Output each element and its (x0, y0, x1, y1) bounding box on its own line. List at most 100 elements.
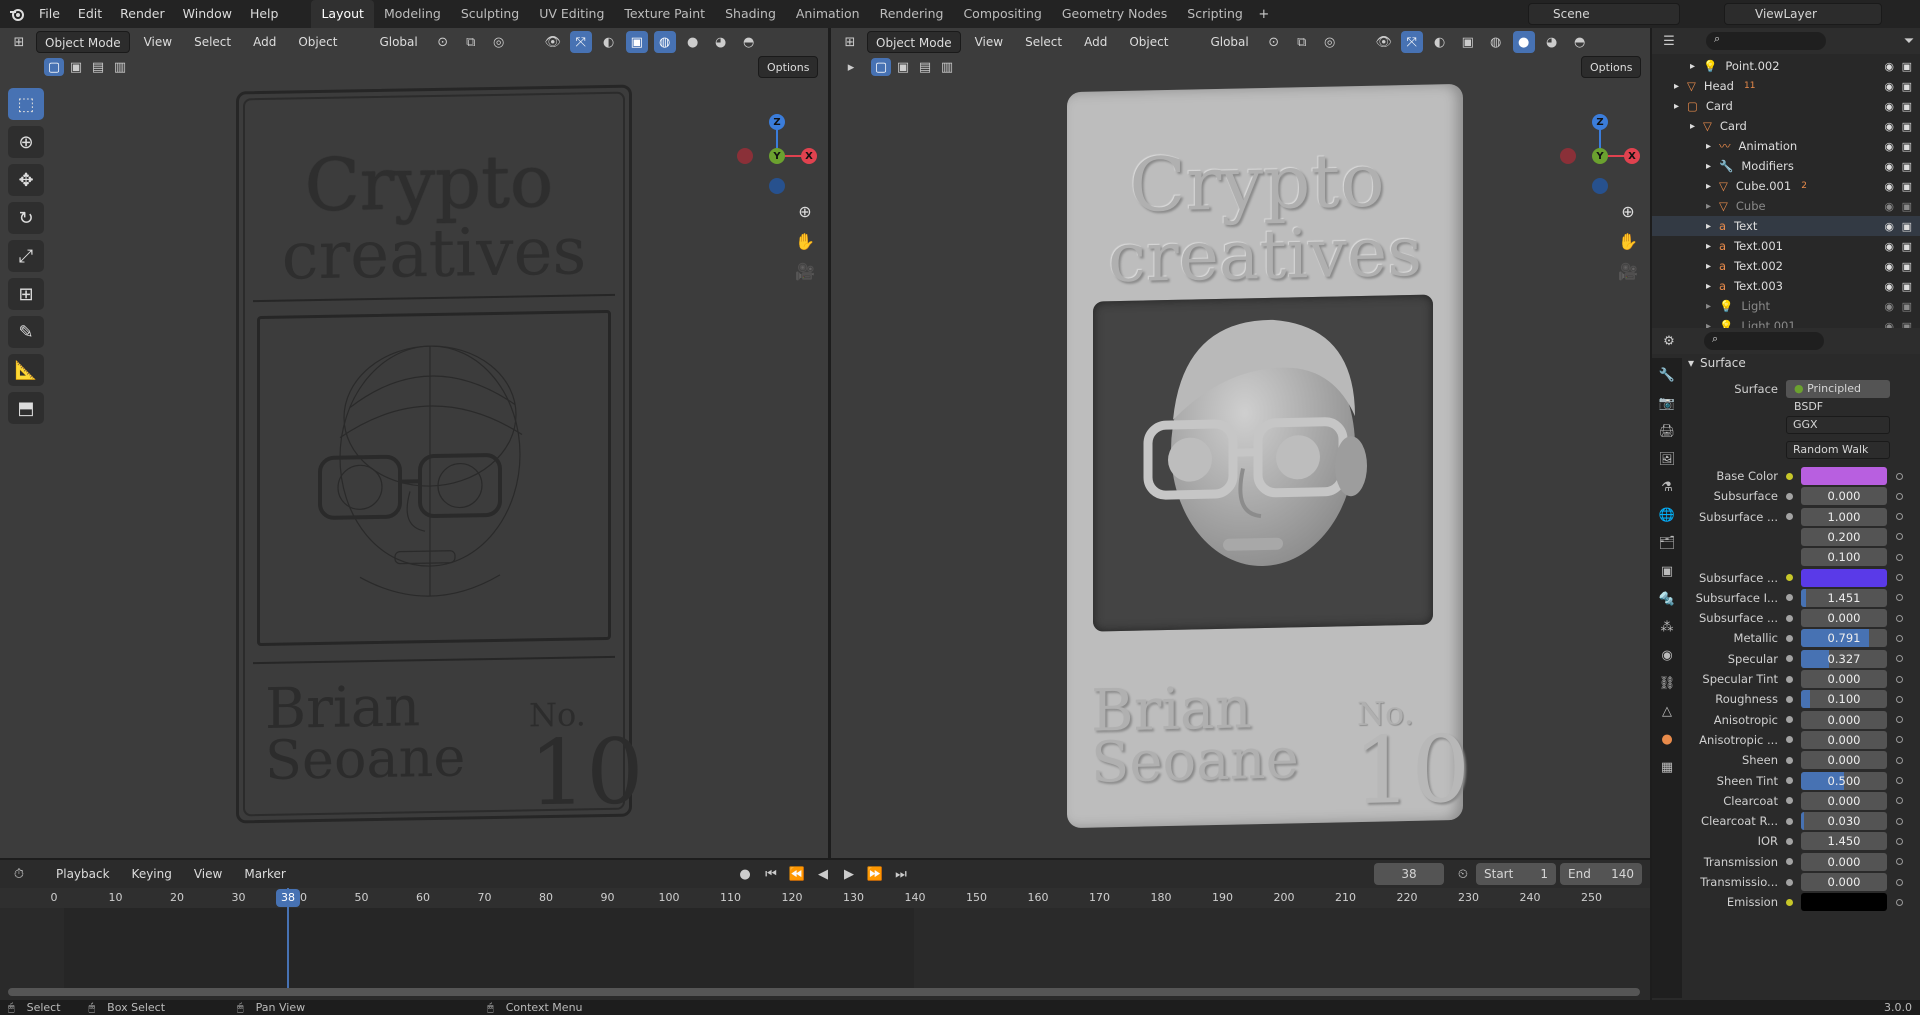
gizmo-y[interactable]: Y (1592, 148, 1608, 164)
move-icon[interactable]: ✥ (8, 164, 44, 196)
gizmo-x[interactable]: X (1624, 148, 1640, 164)
property-value-field[interactable]: 0.000 (1801, 670, 1887, 688)
chevron-right-icon[interactable]: ▸ (1706, 141, 1711, 152)
viewport-left[interactable]: ⊞ Object Mode View Select Add Object Glo… (0, 28, 828, 858)
socket-dot-icon[interactable] (1786, 797, 1793, 805)
tab-texture-paint[interactable]: Texture Paint (614, 0, 715, 28)
gizmo-icon[interactable]: ⤧ (569, 31, 592, 53)
orientation-dropdown[interactable]: Global (371, 31, 425, 53)
render-toggle-icon[interactable]: ▣ (1902, 260, 1912, 273)
menu-add[interactable]: Add (1076, 31, 1115, 53)
keyframe-dot-icon[interactable] (1896, 655, 1903, 663)
menu-playback[interactable]: Playback (48, 863, 118, 885)
eye-icon[interactable]: ◉ (1884, 200, 1894, 213)
chevron-right-icon[interactable]: ▸ (1706, 281, 1711, 292)
render-toggle-icon[interactable]: ▣ (1902, 160, 1912, 173)
camera-icon[interactable]: 🎥 (1613, 256, 1643, 286)
menu-object[interactable]: Object (290, 31, 345, 53)
options-button[interactable]: Options (1581, 56, 1642, 78)
frame-ruler[interactable]: 0 10 20 30 40 50 60 70 80 90 100 110 120 130 140 150 160… (0, 888, 1650, 908)
mode-dropdown[interactable]: Object Mode (36, 31, 130, 53)
socket-dot-icon[interactable] (1786, 716, 1793, 724)
overlay-icon[interactable]: ◐ (598, 31, 620, 53)
property-value-field[interactable]: 1.000 (1801, 507, 1887, 526)
keyframe-dot-icon[interactable] (1896, 797, 1903, 805)
proportional-icon[interactable]: ◎ (1319, 31, 1341, 53)
select-extend-icon[interactable]: ▣ (66, 58, 86, 76)
menu-object[interactable]: Object (1121, 31, 1176, 53)
property-value-field[interactable]: 0.000 (1801, 609, 1887, 628)
play-reverse-icon[interactable]: ◀ (812, 863, 834, 885)
physics-tab-icon[interactable]: ◉ (1656, 644, 1678, 666)
texture-tab-icon[interactable]: ▦ (1656, 756, 1678, 778)
socket-dot-icon[interactable] (1786, 492, 1793, 500)
record-icon[interactable]: ● (734, 863, 756, 885)
proportional-icon[interactable]: ◎ (488, 31, 510, 53)
editor-type-icon[interactable]: ⊞ (8, 31, 30, 53)
constraints-tab-icon[interactable]: ⛓ (1656, 672, 1678, 694)
socket-dot-icon[interactable] (1786, 513, 1793, 521)
render-toggle-icon[interactable]: ▣ (1902, 180, 1912, 193)
properties-editor[interactable]: ⚙ ⌕ 🔧 📷 🖨 🖼 ⚗ 🌐 🗂 ▣ 🔩 ⁂ ◉ ⛓ △ ● ▦ ▾ Surf… (1652, 328, 1920, 1000)
gizmo-neg-z[interactable] (1592, 178, 1608, 194)
solid-shading-icon[interactable]: ● (682, 31, 704, 53)
tab-rendering[interactable]: Rendering (870, 0, 954, 28)
outliner-row[interactable]: ▸ ▽ Card ◉ ▣ (1652, 116, 1920, 136)
menu-marker[interactable]: Marker (236, 863, 293, 885)
wireframe-shading-icon[interactable]: ◍ (653, 31, 676, 53)
keyframe-dot-icon[interactable] (1896, 634, 1903, 642)
property-value-field[interactable]: 0.791 (1801, 629, 1887, 648)
eye-icon[interactable]: ◉ (1884, 260, 1894, 273)
menu-select[interactable]: Select (186, 31, 239, 53)
outliner-row[interactable]: ▸ a Text ◉ ▣ (1652, 216, 1920, 236)
keyframe-dot-icon[interactable] (1896, 817, 1903, 825)
outliner-row[interactable]: ▸ a Text.003 ◉ ▣ (1652, 276, 1920, 296)
pan-hand-icon[interactable]: ✋ (790, 226, 820, 256)
color-swatch[interactable] (1801, 568, 1887, 587)
material-shading-icon[interactable]: ◕ (710, 31, 732, 53)
keyframe-dot-icon[interactable] (1896, 574, 1903, 581)
select-invert-icon[interactable]: ▥ (937, 58, 957, 76)
render-tab-icon[interactable]: 📷 (1656, 392, 1678, 414)
render-toggle-icon[interactable]: ▣ (1902, 220, 1912, 233)
keyframe-dot-icon[interactable] (1896, 492, 1903, 500)
output-tab-icon[interactable]: 🖨 (1656, 420, 1678, 442)
chevron-right-icon[interactable]: ▸ (1706, 301, 1711, 312)
tab-sculpting[interactable]: Sculpting (451, 0, 529, 28)
property-value-field[interactable]: 0.100 (1801, 548, 1887, 567)
mode-dropdown[interactable]: Object Mode (867, 31, 961, 53)
socket-dot-icon[interactable] (1786, 614, 1793, 622)
outliner-row[interactable]: ▸ a Text.002 ◉ ▣ (1652, 256, 1920, 276)
view-layer-selector[interactable]: ViewLayer (1724, 3, 1882, 25)
rotate-icon[interactable]: ↻ (8, 202, 44, 234)
keyframe-dot-icon[interactable] (1896, 736, 1903, 744)
annotate-icon[interactable]: ✎ (8, 316, 44, 348)
jump-start-icon[interactable]: ⏮ (760, 863, 782, 885)
chevron-right-icon[interactable]: ▸ (1674, 81, 1679, 92)
eye-icon[interactable]: ◉ (1884, 80, 1894, 93)
keyframe-dot-icon[interactable] (1896, 675, 1903, 683)
rendered-shading-icon[interactable]: ◓ (738, 31, 760, 53)
current-frame-field[interactable]: 38 (1374, 863, 1444, 885)
properties-search-input[interactable]: ⌕ (1704, 332, 1824, 350)
select-box-icon[interactable]: ⬚ (8, 88, 44, 120)
snap-icon[interactable]: ⧉ (460, 31, 482, 53)
color-swatch[interactable] (1801, 893, 1887, 912)
property-value-field[interactable]: 0.000 (1801, 852, 1887, 871)
tab-uv-editing[interactable]: UV Editing (529, 0, 614, 28)
gizmo-y[interactable]: Y (769, 148, 785, 164)
prev-keyframe-icon[interactable]: ⏪ (786, 863, 808, 885)
card-wireframe[interactable]: Crypto creatives Brian Seoane No. 10 (236, 84, 644, 826)
eye-icon[interactable]: ◉ (1884, 300, 1894, 313)
property-value-field[interactable]: 1.450 (1801, 832, 1887, 851)
keyframe-dot-icon[interactable] (1896, 716, 1903, 724)
start-frame-field[interactable]: Start 1 (1476, 863, 1556, 885)
socket-dot-icon[interactable] (1786, 837, 1793, 845)
xray-icon[interactable]: ▣ (625, 31, 648, 53)
outliner-row[interactable]: ▸ 💡 Light ◉ ▣ (1652, 296, 1920, 316)
select-subtract-icon[interactable]: ▤ (88, 58, 108, 76)
keyframe-dot-icon[interactable] (1896, 695, 1903, 703)
chevron-right-icon[interactable]: ▸ (1706, 261, 1711, 272)
play-icon[interactable]: ▶ (838, 863, 860, 885)
menu-timeline-view[interactable]: View (186, 863, 230, 885)
